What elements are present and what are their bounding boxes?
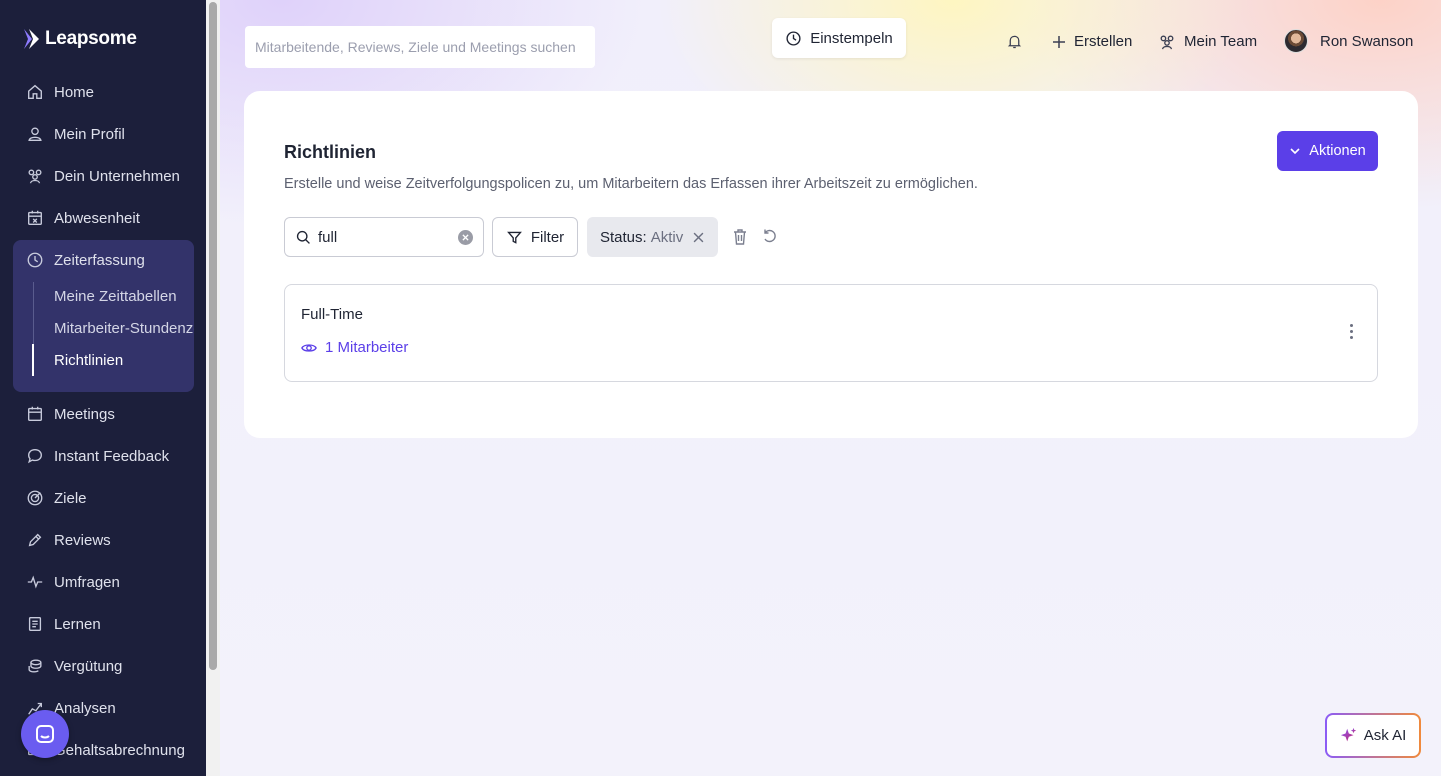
sidebar-item-label: Ziele	[54, 489, 87, 507]
my-team-label: Mein Team	[1184, 33, 1258, 50]
clear-search-button[interactable]	[458, 229, 473, 245]
trash-icon	[734, 229, 746, 245]
page-title: Richtlinien	[284, 142, 377, 162]
filter-button[interactable]: Filter	[492, 217, 578, 257]
sidebar-item-label: Instant Feedback	[54, 447, 170, 465]
sidebar-item-instant-feedback[interactable]: Instant Feedback	[14, 440, 194, 472]
create-label: Erstellen	[1074, 33, 1133, 50]
team-icon	[1160, 35, 1174, 49]
target-icon	[27, 490, 43, 506]
eye-icon	[301, 343, 317, 352]
undo-icon	[764, 229, 776, 243]
sidebar-item-label: Abwesenheit	[54, 209, 140, 227]
sidebar-item-label: Zeiterfassung	[54, 251, 145, 269]
reset-filters-button[interactable]	[762, 228, 778, 249]
kebab-dot	[1349, 335, 1353, 339]
sidebar-item-label: Lernen	[54, 615, 101, 633]
sidebar-item-mein-profil[interactable]: Mein Profil	[14, 118, 194, 150]
sidebar-item-label: Reviews	[54, 531, 111, 549]
kebab-dot	[1349, 329, 1353, 333]
policy-employees-link[interactable]: 1 Mitarbeiter	[301, 339, 408, 356]
users-icon	[28, 169, 42, 184]
status-chip-key: Status:	[600, 228, 647, 246]
sidebar-subitem-mitarbeiter-stundenzettel[interactable]: Mitarbeiter-Stundenzettel	[54, 314, 194, 342]
status-chip-value: Aktiv	[650, 228, 684, 246]
clear-filters-button[interactable]	[732, 228, 748, 250]
sidebar-item-lernen[interactable]: Lernen	[14, 608, 194, 640]
remove-filter-icon[interactable]	[693, 232, 704, 243]
bell-icon	[1007, 35, 1022, 49]
intercom-chat-button[interactable]	[21, 710, 69, 758]
sidebar-item-meetings[interactable]: Meetings	[14, 398, 194, 430]
filter-label: Filter	[530, 228, 565, 246]
sidebar: Leapsome Home Mein Profil Dein Unternehm…	[0, 0, 206, 776]
sparkle-icon	[1340, 727, 1356, 741]
sidebar-item-label: Dein Unternehmen	[54, 167, 180, 185]
page-description: Erstelle und weise Zeitverfolgungspolice…	[284, 176, 978, 192]
policy-employees-label: 1 Mitarbeiter	[325, 339, 409, 356]
user-menu[interactable]: Ron Swanson	[1284, 29, 1413, 53]
pen-icon	[28, 533, 42, 547]
sidebar-subitem-meine-zeittabellen[interactable]: Meine Zeittabellen	[54, 282, 194, 310]
sidebar-item-label: Mein Profil	[54, 125, 125, 143]
notifications-button[interactable]	[1006, 33, 1023, 50]
home-icon	[28, 84, 42, 99]
policy-name: Full-Time	[301, 306, 363, 323]
sidebar-scrollbar-thumb[interactable]	[209, 2, 217, 670]
chat-bubble-icon	[36, 725, 54, 743]
sidebar-item-verguetung[interactable]: Vergütung	[14, 650, 194, 682]
sidebar-item-home[interactable]: Home	[14, 76, 194, 108]
policies-card	[244, 91, 1418, 438]
my-team-button[interactable]: Mein Team	[1158, 33, 1257, 50]
calendar-icon	[28, 406, 42, 421]
pulse-icon	[27, 575, 43, 589]
policy-more-menu-icon[interactable]	[1342, 320, 1360, 342]
leapsome-logo-icon	[24, 29, 39, 49]
clock-icon	[27, 252, 43, 268]
book-icon	[28, 617, 42, 631]
leapsome-logo[interactable]: Leapsome	[23, 26, 137, 52]
logo-text: Leapsome	[45, 28, 137, 49]
actions-button[interactable]: Aktionen	[1277, 131, 1378, 171]
clock-icon	[786, 30, 801, 46]
policy-search-input[interactable]	[318, 228, 448, 246]
global-search-input[interactable]	[245, 26, 595, 68]
ask-ai-label: Ask AI	[1363, 727, 1407, 744]
actions-label: Aktionen	[1309, 143, 1366, 159]
status-filter-chip[interactable]: Status: Aktiv	[587, 217, 718, 257]
sidebar-item-label: Vergütung	[54, 657, 123, 675]
sidebar-item-reviews[interactable]: Reviews	[14, 524, 194, 556]
sidebar-item-zeiterfassung[interactable]: Zeiterfassung	[14, 244, 194, 276]
plus-icon	[1053, 35, 1065, 48]
chat-icon	[28, 449, 42, 464]
sidebar-subitem-richtlinien[interactable]: Richtlinien	[54, 346, 194, 374]
avatar	[1284, 29, 1308, 53]
kebab-dot	[1349, 323, 1353, 327]
calendar-x-icon	[28, 210, 42, 225]
search-icon	[296, 230, 310, 244]
ask-ai-inner: Ask AI	[1327, 715, 1419, 756]
sidebar-item-label: Gehaltsabrechnung	[54, 741, 185, 759]
sidebar-item-abwesenheit[interactable]: Abwesenheit	[14, 202, 194, 234]
sidebar-item-dein-unternehmen[interactable]: Dein Unternehmen	[14, 160, 194, 192]
create-button[interactable]: Erstellen	[1052, 33, 1132, 50]
policy-search-box[interactable]	[284, 217, 484, 257]
policy-row[interactable]	[284, 284, 1378, 382]
submenu-active-indicator	[32, 344, 34, 376]
coins-icon	[28, 659, 42, 673]
chevron-down-icon	[1290, 148, 1300, 155]
clock-in-button[interactable]: Einstempeln	[772, 18, 906, 58]
filter-icon	[506, 231, 522, 244]
sidebar-item-label: Meetings	[54, 405, 115, 423]
sidebar-item-label: Analysen	[54, 699, 116, 717]
clock-in-label: Einstempeln	[810, 29, 893, 47]
sidebar-item-ziele[interactable]: Ziele	[14, 482, 194, 514]
sidebar-item-label: Home	[54, 83, 95, 101]
user-name: Ron Swanson	[1320, 32, 1414, 50]
sidebar-item-umfragen[interactable]: Umfragen	[14, 566, 194, 598]
close-icon	[462, 233, 469, 241]
ask-ai-button[interactable]: Ask AI	[1325, 713, 1421, 758]
user-icon	[28, 127, 42, 141]
sidebar-item-label: Umfragen	[54, 573, 120, 591]
